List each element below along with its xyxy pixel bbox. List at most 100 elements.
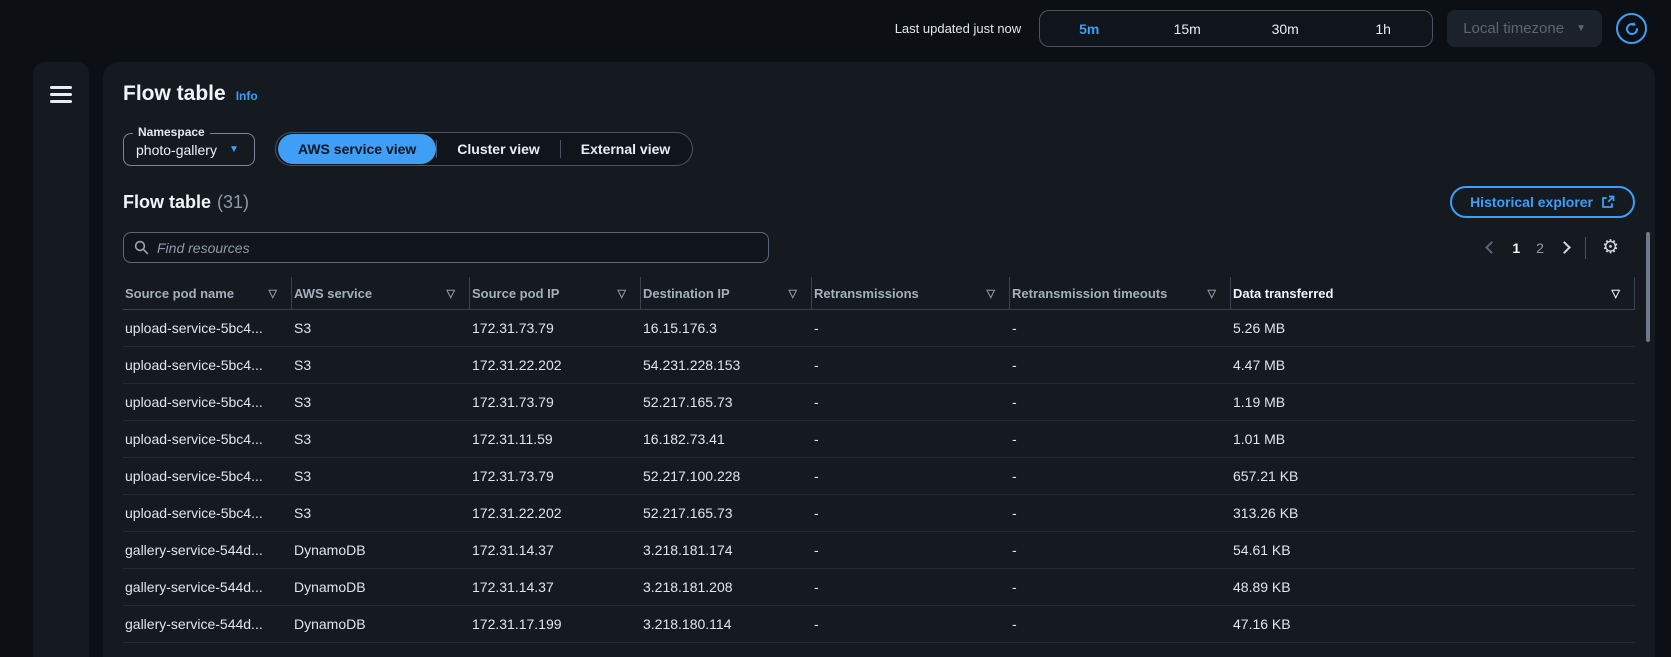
cell-retransmissions: - <box>812 310 1010 346</box>
tab-cluster-view[interactable]: Cluster view <box>437 134 559 164</box>
cell-destination-ip: 52.217.165.73 <box>641 495 812 531</box>
cell-aws-service: S3 <box>292 495 470 531</box>
column-header-source-pod-ip[interactable]: Source pod IP ▽ <box>470 277 641 309</box>
cell-aws-service: DynamoDB <box>292 569 470 605</box>
search-input[interactable] <box>157 240 758 256</box>
filter-icon[interactable]: ▽ <box>987 287 995 300</box>
cell-destination-ip: 54.231.228.153 <box>641 347 812 383</box>
table-row[interactable]: gallery-service-544d... DynamoDB 172.31.… <box>123 606 1635 643</box>
cell-data-transferred: 313.26 KB <box>1231 495 1635 531</box>
tab-external-view[interactable]: External view <box>561 134 691 164</box>
table-row[interactable]: gallery-service-544d... DynamoDB 172.31.… <box>123 532 1635 569</box>
namespace-select[interactable]: Namespace photo-gallery ▼ <box>123 133 255 166</box>
namespace-field-label: Namespace <box>133 125 210 139</box>
pagination: 1 2 ⚙ <box>1487 237 1635 259</box>
table-row[interactable]: gallery-service-544d... DynamoDB 172.31.… <box>123 569 1635 606</box>
next-page-icon[interactable] <box>1558 241 1571 254</box>
cell-retransmissions: - <box>812 495 1010 531</box>
cell-source-pod-name: upload-service-5bc4... <box>123 421 292 457</box>
cell-retransmission-timeouts: - <box>1010 606 1231 642</box>
cell-aws-service: S3 <box>292 384 470 420</box>
cell-retransmission-timeouts: - <box>1010 495 1231 531</box>
cell-data-transferred: 54.61 KB <box>1231 532 1635 568</box>
column-header-retransmissions[interactable]: Retransmissions ▽ <box>812 277 1010 309</box>
cell-source-pod-ip: 172.31.17.199 <box>470 606 641 642</box>
range-15m-button[interactable]: 15m <box>1138 11 1236 46</box>
historical-explorer-button[interactable]: Historical explorer <box>1450 186 1635 218</box>
range-5m-button[interactable]: 5m <box>1040 11 1138 46</box>
page-2-button[interactable]: 2 <box>1536 240 1544 256</box>
filter-icon[interactable]: ▽ <box>789 287 797 300</box>
page-1-button[interactable]: 1 <box>1512 240 1520 256</box>
cell-retransmission-timeouts: - <box>1010 384 1231 420</box>
cell-retransmissions: - <box>812 532 1010 568</box>
column-header-aws-service[interactable]: AWS service ▽ <box>292 277 470 309</box>
table-row[interactable]: upload-service-5bc4... S3 172.31.73.79 1… <box>123 310 1635 347</box>
search-row: 1 2 ⚙ <box>123 232 1635 263</box>
cell-retransmissions: - <box>812 384 1010 420</box>
filter-icon[interactable]: ▽ <box>1208 287 1216 300</box>
cell-source-pod-ip: 172.31.22.202 <box>470 347 641 383</box>
range-1h-button[interactable]: 1h <box>1334 11 1432 46</box>
view-segmented-control: AWS service view Cluster view External v… <box>275 132 693 166</box>
external-link-icon <box>1601 195 1615 209</box>
gear-icon[interactable]: ⚙ <box>1602 238 1619 257</box>
cell-destination-ip: 16.15.176.3 <box>641 310 812 346</box>
menu-hamburger-icon[interactable] <box>50 86 72 103</box>
filter-icon[interactable]: ▽ <box>269 287 277 300</box>
search-box <box>123 232 769 263</box>
column-header-retransmission-timeouts[interactable]: Retransmission timeouts ▽ <box>1010 277 1231 309</box>
table-row[interactable]: upload-service-5bc4... S3 172.31.73.79 5… <box>123 384 1635 421</box>
column-header-destination-ip[interactable]: Destination IP ▽ <box>641 277 812 309</box>
table-row[interactable]: upload-service-5bc4... S3 172.31.22.202 … <box>123 495 1635 532</box>
cell-source-pod-ip: 172.31.73.79 <box>470 458 641 494</box>
table-row[interactable]: upload-service-5bc4... S3 172.31.22.202 … <box>123 347 1635 384</box>
cell-source-pod-name: upload-service-5bc4... <box>123 495 292 531</box>
column-header-source-pod-name[interactable]: Source pod name ▽ <box>123 277 292 309</box>
cell-source-pod-ip: 172.31.73.79 <box>470 310 641 346</box>
cell-destination-ip: 3.218.180.114 <box>641 606 812 642</box>
timezone-label: Local timezone <box>1463 20 1564 37</box>
time-range-segmented-control: 5m 15m 30m 1h <box>1039 10 1433 47</box>
table-title: Flow table <box>123 192 211 212</box>
filter-icon[interactable]: ▽ <box>447 287 455 300</box>
cell-source-pod-name: gallery-service-544d... <box>123 569 292 605</box>
cell-data-transferred: 1.19 MB <box>1231 384 1635 420</box>
range-30m-button[interactable]: 30m <box>1236 11 1334 46</box>
timezone-select[interactable]: Local timezone ▼ <box>1447 10 1602 47</box>
column-header-data-transferred[interactable]: Data transferred ▽ <box>1231 277 1635 309</box>
cell-retransmission-timeouts: - <box>1010 347 1231 383</box>
cell-retransmissions: - <box>812 606 1010 642</box>
refresh-button[interactable] <box>1616 13 1647 44</box>
table-row-count: (31) <box>217 192 249 212</box>
cell-source-pod-ip: 172.31.22.202 <box>470 495 641 531</box>
tab-aws-service-view[interactable]: AWS service view <box>278 134 436 164</box>
cell-destination-ip: 52.217.165.73 <box>641 384 812 420</box>
cell-aws-service: S3 <box>292 458 470 494</box>
cell-retransmission-timeouts: - <box>1010 458 1231 494</box>
cell-retransmission-timeouts: - <box>1010 310 1231 346</box>
filter-icon[interactable]: ▽ <box>1612 287 1620 300</box>
cell-source-pod-name: gallery-service-544d... <box>123 606 292 642</box>
table-row[interactable]: upload-service-5bc4... S3 172.31.11.59 1… <box>123 421 1635 458</box>
cell-data-transferred: 657.21 KB <box>1231 458 1635 494</box>
info-link[interactable]: Info <box>236 89 258 103</box>
table-title-group: Flow table (31) <box>123 192 249 213</box>
cell-source-pod-name: upload-service-5bc4... <box>123 347 292 383</box>
side-navigation-rail <box>33 62 89 657</box>
cell-retransmission-timeouts: - <box>1010 421 1231 457</box>
cell-destination-ip: 52.217.100.228 <box>641 458 812 494</box>
filter-icon[interactable]: ▽ <box>618 287 626 300</box>
vertical-scrollbar[interactable] <box>1646 232 1650 342</box>
table-row[interactable]: upload-service-5bc4... S3 172.31.73.79 5… <box>123 458 1635 495</box>
cell-data-transferred: 48.89 KB <box>1231 569 1635 605</box>
cell-destination-ip: 3.218.181.174 <box>641 532 812 568</box>
namespace-value: photo-gallery <box>136 142 217 158</box>
previous-page-icon[interactable] <box>1485 241 1498 254</box>
flow-table-panel: Flow table Info Namespace photo-gallery … <box>103 62 1655 657</box>
pager-divider <box>1585 237 1586 259</box>
cell-source-pod-ip: 172.31.73.79 <box>470 384 641 420</box>
cell-data-transferred: 4.47 MB <box>1231 347 1635 383</box>
controls-row: Namespace photo-gallery ▼ AWS service vi… <box>123 124 1635 166</box>
cell-aws-service: DynamoDB <box>292 532 470 568</box>
